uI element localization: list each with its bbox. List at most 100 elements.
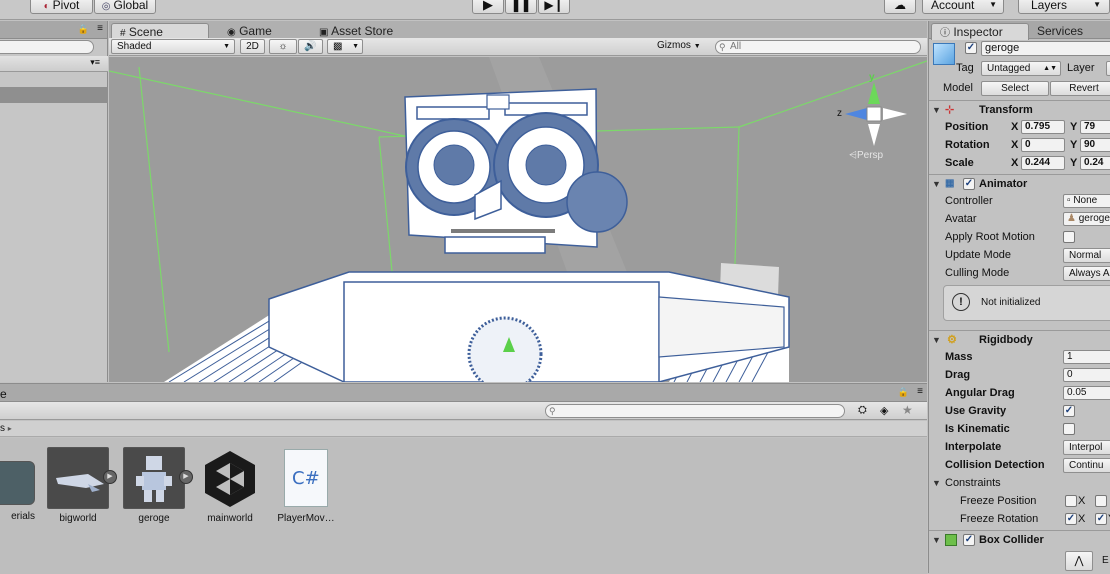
controller-field[interactable]: ▫ None	[1063, 194, 1110, 208]
gizmos-dropdown[interactable]: Gizmos ▼	[657, 40, 701, 51]
lock-icon[interactable]: 🔒	[898, 387, 909, 398]
culling-mode-dropdown[interactable]: Always A	[1063, 266, 1110, 281]
transform-icon: ⊹	[945, 104, 955, 116]
hierarchy-scene-header[interactable]: ▾≡	[0, 56, 108, 72]
panel-menu-icon[interactable]: ≡	[97, 23, 103, 34]
freeze-rotation-x-checkbox[interactable]: ✓	[1065, 513, 1077, 525]
box-collider-enabled-checkbox[interactable]: ✓	[963, 534, 975, 546]
filter-label-icon[interactable]: ◈	[880, 404, 888, 417]
scene-gizmo[interactable]: y z ⩤Persp	[831, 72, 911, 172]
pause-button[interactable]: ❚❚	[505, 0, 537, 14]
gizmos-label: Gizmos	[657, 40, 691, 51]
tab-services[interactable]: Services	[1029, 23, 1091, 40]
global-icon: ◎	[101, 1, 111, 12]
box-collider-header[interactable]: ▼ ✓ Box Collider	[929, 530, 1110, 548]
drag-label: Drag	[945, 369, 971, 381]
use-gravity-checkbox[interactable]: ✓	[1063, 405, 1075, 417]
is-kinematic-checkbox[interactable]	[1063, 423, 1075, 435]
layer-dropdown[interactable]	[1106, 61, 1110, 76]
asset-item-materials[interactable]: erials	[0, 447, 40, 522]
drag-field[interactable]: 0	[1063, 368, 1110, 382]
asset-item-mainworld[interactable]: mainworld	[194, 447, 266, 524]
model-revert-button[interactable]: Revert	[1050, 81, 1110, 96]
panel-menu-icon[interactable]: ▾≡	[90, 57, 100, 68]
position-x-field[interactable]: 0.795	[1021, 120, 1065, 134]
tab-inspector[interactable]: ⓘ Inspector	[931, 23, 1029, 40]
animator-enabled-checkbox[interactable]: ✓	[963, 178, 975, 190]
apply-root-motion-checkbox[interactable]	[1063, 231, 1075, 243]
asset-label: geroge	[138, 513, 170, 524]
freeze-position-y-checkbox[interactable]	[1095, 495, 1107, 507]
rigidbody-header[interactable]: ▼ ⚙ Rigidbody	[929, 330, 1110, 348]
rotation-y-field[interactable]: 90	[1080, 138, 1110, 152]
transform-header[interactable]: ▼ ⊹ Transform	[929, 100, 1110, 118]
project-search-input[interactable]: ⚲	[545, 404, 845, 418]
edit-collider-button[interactable]: ⋀	[1065, 551, 1093, 571]
update-mode-dropdown[interactable]: Normal	[1063, 248, 1110, 263]
panel-menu-icon[interactable]: ≡	[917, 386, 923, 397]
scale-y-field[interactable]: 0.24	[1080, 156, 1110, 170]
hierarchy-search-input[interactable]	[0, 40, 94, 54]
edit-collider-label: E	[1102, 555, 1109, 566]
persp-label[interactable]: ⩤Persp	[849, 150, 883, 161]
collision-detection-dropdown[interactable]: Continu	[1063, 458, 1110, 473]
interpolate-label: Interpolate	[945, 441, 1002, 453]
transform-title: Transform	[979, 104, 1033, 116]
play-button[interactable]: ▶	[472, 0, 504, 14]
persp-text: Persp	[857, 150, 884, 161]
freeze-position-x-checkbox[interactable]	[1065, 495, 1077, 507]
collab-cloud-button[interactable]: ☁	[884, 0, 916, 14]
scene-audio-toggle[interactable]: 🔊	[298, 39, 323, 54]
object-name-field[interactable]: geroge	[981, 41, 1110, 56]
expand-arrow-icon[interactable]: ▶	[179, 470, 193, 484]
lock-icon[interactable]: 🔒	[78, 24, 89, 35]
breadcrumb: s ▸	[0, 421, 927, 437]
animator-icon: ▦	[945, 178, 955, 189]
dropdown-arrow-icon: ▼	[352, 43, 359, 50]
hierarchy-selected-row[interactable]	[0, 87, 108, 103]
asset-item-bigworld[interactable]: ▶ bigworld	[42, 447, 117, 524]
scale-x-field[interactable]: 0.244	[1021, 156, 1065, 170]
project-toolbar: ⚲ ⛭ ◈ ★	[0, 402, 927, 420]
shading-mode-dropdown[interactable]: Shaded ▼	[111, 39, 235, 54]
expand-arrow-icon[interactable]: ▶	[103, 470, 117, 484]
avatar-field[interactable]: ♟ geroge	[1063, 212, 1110, 226]
scene-viewport[interactable]: y z ⩤Persp	[109, 57, 927, 382]
foldout-arrow-icon: ▼	[932, 105, 941, 115]
dropdown-arrow-icon: ▼	[223, 43, 230, 50]
scene-search-input[interactable]: ⚲ All	[715, 40, 921, 54]
mode-2d-toggle[interactable]: 2D	[240, 39, 265, 54]
project-tab-label[interactable]: e	[0, 387, 7, 401]
freeze-position-row: Freeze Position X	[929, 492, 1110, 510]
global-toggle[interactable]: ◎ Global	[94, 0, 156, 14]
asset-item-geroge[interactable]: ▶ geroge	[118, 447, 193, 524]
x-label: X	[1078, 513, 1086, 525]
rotation-x-field[interactable]: 0	[1021, 138, 1065, 152]
pivot-toggle[interactable]: ◐ Pivot	[30, 0, 93, 14]
freeze-rotation-y-checkbox[interactable]: ✓	[1095, 513, 1107, 525]
breadcrumb-item[interactable]: s	[0, 423, 5, 434]
update-mode-value: Normal	[1069, 250, 1102, 261]
step-button[interactable]: ▶❙	[538, 0, 570, 14]
model-select-button[interactable]: Select	[981, 81, 1049, 96]
tag-dropdown[interactable]: Untagged ▲▼	[981, 61, 1061, 76]
layers-dropdown[interactable]: Layers ▼	[1018, 0, 1110, 14]
interpolate-dropdown[interactable]: Interpol	[1063, 440, 1110, 455]
position-y-field[interactable]: 79	[1080, 120, 1110, 134]
y-label: Y	[1070, 121, 1078, 133]
angular-drag-label: Angular Drag	[945, 387, 1015, 399]
mode-2d-label: 2D	[246, 41, 259, 52]
scene-lighting-toggle[interactable]: ☼	[269, 39, 297, 54]
active-checkbox[interactable]: ✓	[965, 42, 977, 54]
account-dropdown[interactable]: Account ▼	[922, 0, 1004, 14]
constraints-row[interactable]: ▼ Constraints	[929, 474, 1110, 492]
mass-field[interactable]: 1	[1063, 350, 1110, 364]
asset-item-playermovement[interactable]: C# PlayerMov…	[270, 447, 342, 524]
filter-type-icon[interactable]: ⛭	[858, 404, 867, 417]
step-icon: ▶❙	[544, 0, 564, 12]
favorite-star-icon[interactable]: ★	[902, 403, 913, 417]
animator-header[interactable]: ▼ ▦ ✓ Animator	[929, 174, 1110, 192]
collision-detection-label: Collision Detection	[945, 459, 1045, 471]
angular-drag-field[interactable]: 0.05	[1063, 386, 1110, 400]
scene-effects-dropdown[interactable]: ▩ ▼	[327, 39, 363, 54]
